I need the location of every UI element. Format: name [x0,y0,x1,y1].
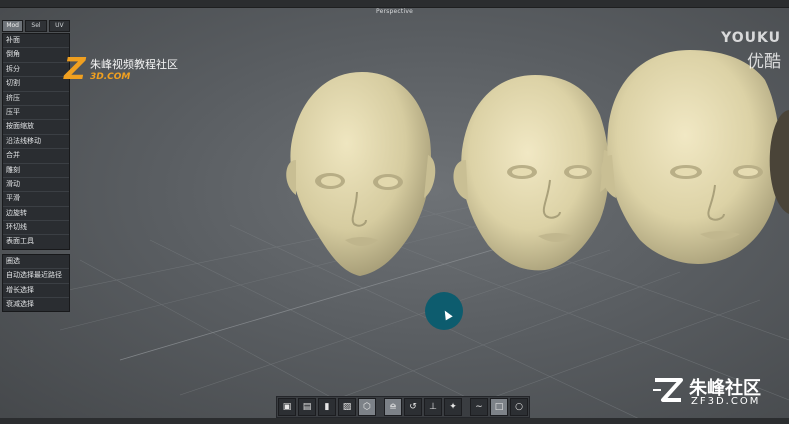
youku-logo-en: YOUKU [721,30,781,46]
zf-brand-domain: ZF3D.COM [691,396,761,407]
zf-watermark-text: 朱峰视频教程社区 [90,58,178,71]
select-auto-path[interactable]: 自动选择最近路径 [3,269,69,284]
select-lasso[interactable]: 圈选 [3,255,69,270]
tab-uv[interactable]: UV [48,20,70,32]
view-persp-icon[interactable]: ▣ [278,398,296,416]
tool-flatten[interactable]: 压平 [3,106,69,121]
selection-list: 圈选 自动选择最近路径 增长选择 衰减选择 [2,253,70,313]
toolbar-separator [378,398,382,416]
tool-bevel[interactable]: 倒角 [3,48,69,63]
select-grow[interactable]: 增长选择 [3,284,69,299]
transform-gizmo-icon[interactable]: ✦ [444,398,462,416]
head-model-3 [601,50,781,264]
wireframe-icon[interactable]: ⬡ [358,398,376,416]
tool-sculpt[interactable]: 雕刻 [3,164,69,178]
select-box-icon[interactable]: □ [490,398,508,416]
zf-watermark: Z 朱峰视频教程社区 3D.COM [64,52,204,92]
zf-logo-icon: Z [64,52,86,87]
rotate-gizmo-icon[interactable]: ↺ [404,398,422,416]
select-lasso-icon[interactable]: ∼ [470,398,488,416]
zf-brand-logo: 朱峰社区 ZF3D.COM [651,374,781,414]
zf-watermark-sub: 3D.COM [90,72,131,82]
toolbar-separator [464,398,468,416]
tool-edge-rotate[interactable]: 边旋转 [3,207,69,222]
youku-logo-cn: 优酷 [747,52,781,72]
head-model-1 [286,72,436,276]
tool-move-along-normal[interactable]: 沿法线移动 [3,135,69,150]
tool-slide[interactable]: 滑动 [3,178,69,193]
panel-tabs: Mod Sel UV [2,20,70,32]
head-model-2 [453,75,613,271]
view-top-icon[interactable]: ▤ [298,398,316,416]
select-paint-icon[interactable]: ○ [510,398,528,416]
view-front-icon[interactable]: ▮ [318,398,336,416]
tool-fill-face[interactable]: 补面 [3,34,69,49]
tool-merge[interactable]: 合并 [3,149,69,164]
view-side-icon[interactable]: ▨ [338,398,356,416]
tool-loop-cut[interactable]: 环切线 [3,221,69,236]
tool-scale-by-face[interactable]: 按面缩放 [3,120,69,135]
status-bar [0,418,789,424]
tab-sel[interactable]: Sel [25,20,47,32]
move-gizmo-icon[interactable]: ⪮ [384,398,402,416]
tool-surface-tools[interactable]: 表面工具 [3,235,69,248]
tool-list: 补面 倒角 拆分 切割 挤压 压平 按面缩放 沿法线移动 合并 雕刻 滑动 平滑… [2,33,70,250]
tool-cut[interactable]: 切割 [3,77,69,92]
tab-mod[interactable]: Mod [2,20,24,32]
youku-watermark: YOUKU 优酷 [721,30,781,72]
tool-smooth[interactable]: 平滑 [3,192,69,207]
tool-extrude[interactable]: 挤压 [3,92,69,106]
zf-z-logo-icon [653,378,683,402]
scale-gizmo-icon[interactable]: ⊥ [424,398,442,416]
tool-split[interactable]: 拆分 [3,63,69,78]
select-falloff[interactable]: 衰减选择 [3,298,69,311]
viewport-toolbar: ▣ ▤ ▮ ▨ ⬡ ⪮ ↺ ⊥ ✦ ∼ □ ○ [276,396,530,418]
modeling-panel: Mod Sel UV 补面 倒角 拆分 切割 挤压 压平 按面缩放 沿法线移动 … [2,20,70,313]
